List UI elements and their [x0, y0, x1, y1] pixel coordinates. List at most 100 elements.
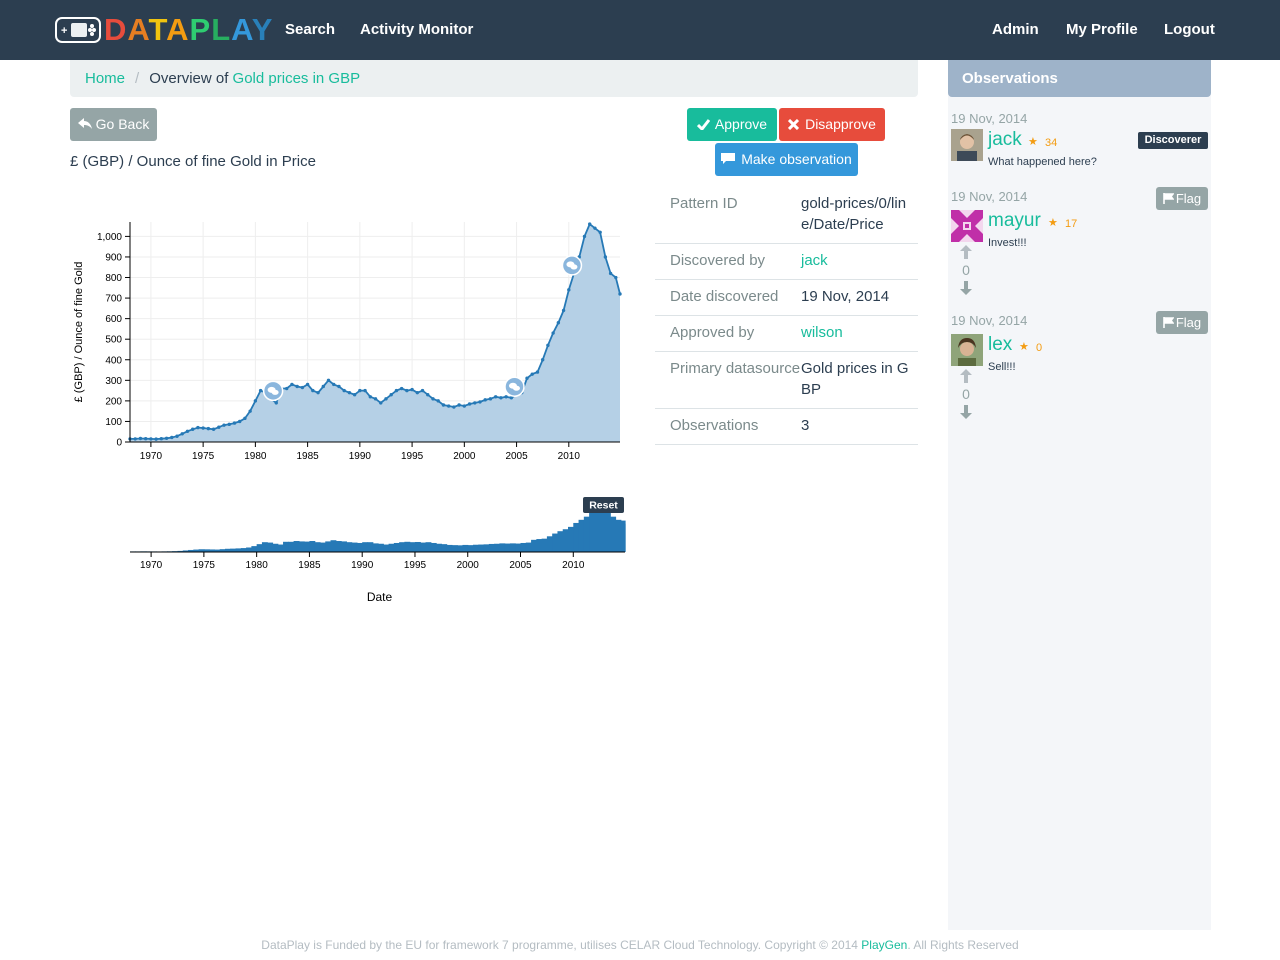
data-point — [138, 436, 143, 441]
nav-admin[interactable]: Admin — [992, 20, 1039, 40]
observation-user-score: 0 — [1036, 342, 1043, 354]
range-bar — [457, 545, 464, 552]
downvote-arrow-icon[interactable] — [958, 281, 974, 300]
data-point — [337, 384, 341, 389]
gamepad-icon: + — [55, 17, 101, 43]
data-point — [394, 388, 399, 393]
range-bar — [267, 542, 274, 552]
breadcrumb-home[interactable]: Home — [85, 70, 125, 87]
flag-button[interactable]: Flag — [1156, 311, 1208, 334]
range-bar — [483, 544, 490, 552]
avatar[interactable] — [951, 129, 983, 161]
disapprove-button[interactable]: Disapprove — [779, 108, 885, 141]
data-point — [258, 388, 263, 393]
footer: DataPlay is Funded by the EU for framewo… — [55, 930, 1225, 960]
downvote-arrow-icon[interactable] — [958, 405, 974, 424]
x-tick-label: 1975 — [192, 451, 215, 462]
data-point — [185, 429, 190, 434]
nav-search[interactable]: Search — [285, 20, 335, 40]
data-point — [347, 390, 352, 395]
nav-my-profile[interactable]: My Profile — [1066, 20, 1138, 40]
data-point — [556, 321, 561, 325]
range-bar — [240, 548, 247, 552]
info-row-observations: Observations 3 — [655, 409, 918, 445]
observation-date: 19 Nov, 2014 — [951, 313, 1028, 328]
gold-price-chart[interactable]: 0 100 200 300 400 500 600 700 800 900 1,000 1970 197… — [70, 210, 630, 620]
observation-text: Sell!!! — [988, 361, 1016, 373]
data-point — [358, 388, 362, 393]
range-bar — [467, 545, 474, 552]
reset-label: Reset — [589, 500, 618, 512]
range-bar — [393, 542, 400, 552]
range-bar — [298, 541, 305, 552]
flag-label: Flag — [1175, 315, 1202, 330]
data-point — [274, 401, 278, 405]
data-point — [535, 370, 540, 374]
vote-count: 0 — [962, 386, 970, 402]
data-point — [143, 437, 148, 441]
observations-value: 3 — [801, 417, 810, 434]
approve-button[interactable]: Approve — [687, 108, 777, 141]
go-back-label: Go Back — [95, 116, 150, 132]
data-point — [467, 402, 472, 406]
flag-label: Flag — [1175, 191, 1202, 206]
range-bar — [615, 519, 622, 552]
range-bar — [610, 516, 617, 552]
make-observation-button[interactable]: Make observation — [715, 143, 858, 176]
go-back-button[interactable]: Go Back — [70, 108, 157, 141]
datasource-value: Gold prices in GBP — [801, 360, 909, 398]
observation-user-link[interactable]: jack — [988, 129, 1022, 151]
observation-user-link[interactable]: lex — [988, 334, 1012, 356]
avatar[interactable] — [951, 210, 983, 242]
data-point — [222, 423, 226, 427]
data-point — [379, 401, 383, 405]
range-bar — [383, 544, 390, 552]
nav-activity-monitor[interactable]: Activity Monitor — [360, 20, 473, 40]
range-bar — [378, 543, 384, 552]
data-point — [614, 275, 618, 280]
approved-by-link[interactable]: wilson — [801, 324, 843, 341]
range-bar — [562, 529, 569, 552]
range-x-tick-label: 2010 — [562, 560, 585, 571]
logo-letter: Y — [251, 12, 274, 47]
range-bar — [399, 542, 406, 552]
data-point — [446, 404, 451, 408]
breadcrumb-dataset-link[interactable]: Gold prices in GBP — [233, 70, 361, 87]
datasource-label: Primary datasource — [670, 360, 801, 377]
observation-user-link[interactable]: mayur — [988, 210, 1041, 232]
range-bar — [367, 542, 374, 552]
dataplay-logo[interactable]: + DATAPLAY — [55, 14, 273, 45]
discovered-by-link[interactable]: jack — [801, 252, 828, 269]
info-row-approved-by: Approved by wilson — [655, 316, 918, 352]
data-point — [332, 382, 336, 387]
range-bar — [230, 548, 237, 552]
range-bar — [599, 511, 606, 552]
data-point — [170, 435, 174, 440]
range-bar — [546, 536, 553, 552]
data-point — [582, 234, 587, 239]
data-point — [493, 395, 498, 399]
data-point — [352, 393, 357, 397]
range-bar — [362, 542, 369, 552]
data-point — [164, 436, 169, 440]
star-icon: ★ — [1028, 136, 1038, 148]
data-point — [593, 226, 597, 230]
data-point — [426, 393, 430, 397]
nav-logout[interactable]: Logout — [1164, 20, 1215, 40]
range-bar — [288, 541, 295, 552]
data-point — [540, 358, 545, 362]
x-tick-label: 2010 — [558, 451, 581, 462]
date-discovered-value: 19 Nov, 2014 — [801, 288, 890, 305]
data-point — [149, 437, 153, 441]
flag-button[interactable]: Flag — [1156, 187, 1208, 210]
range-bar — [536, 539, 543, 552]
observations-sidebar: Observations 19 Nov, 2014 jack ★ 34 Disc… — [948, 60, 1211, 930]
footer-text: DataPlay is Funded by the EU for framewo… — [261, 938, 862, 952]
avatar[interactable] — [951, 334, 983, 366]
footer-playgen-link[interactable]: PlayGen — [861, 938, 907, 952]
range-bar — [335, 541, 342, 552]
data-point — [598, 230, 602, 234]
info-row-datasource: Primary datasource Gold prices in GBP — [655, 352, 918, 409]
data-point — [305, 382, 310, 387]
range-bar — [277, 544, 284, 552]
